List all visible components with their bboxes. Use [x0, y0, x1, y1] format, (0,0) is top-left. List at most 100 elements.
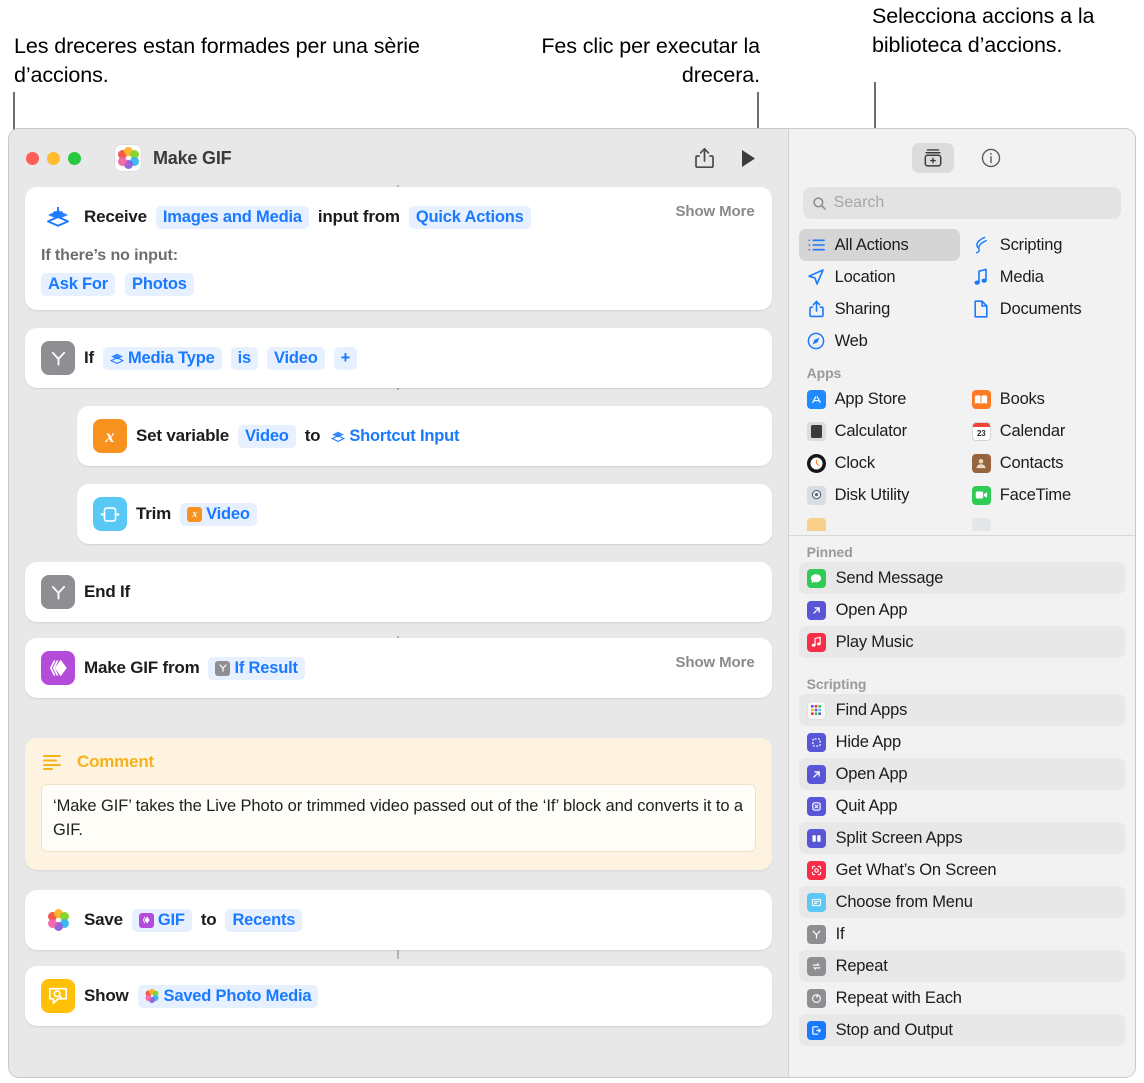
list-item-open-app[interactable]: Open App: [799, 594, 1125, 626]
minimize-button[interactable]: [47, 151, 60, 165]
list-item-choose-from-menu[interactable]: Choose from Menu: [798, 886, 1125, 918]
app-item-books[interactable]: Books: [964, 383, 1125, 415]
token-video[interactable]: Video: [238, 424, 296, 448]
search-icon: [812, 196, 827, 211]
category-location[interactable]: Location: [799, 261, 960, 293]
list-label: Open App: [835, 600, 908, 619]
search-box[interactable]: [802, 187, 1121, 219]
list-item-repeat-with-each[interactable]: Repeat with Each: [799, 982, 1125, 1014]
app-item-clock[interactable]: Clock: [799, 447, 960, 479]
action-card-trim[interactable]: Trim x Video: [77, 484, 772, 544]
comment-text[interactable]: ‘Make GIF’ takes the Live Photo or trimm…: [41, 784, 756, 852]
action-card-receive[interactable]: Receive Images and Media input from Quic…: [25, 187, 772, 310]
list-item-open-app-scripting[interactable]: Open App: [798, 758, 1125, 790]
action-card-save[interactable]: Save GIF to Recents: [25, 890, 772, 950]
token-label: Media Type: [127, 348, 215, 367]
open-app-icon: [806, 764, 826, 784]
list-label: Stop and Output: [835, 1020, 953, 1039]
token-recents[interactable]: Recents: [225, 908, 303, 932]
list-item-repeat[interactable]: Repeat: [798, 950, 1125, 982]
variable-icon: x: [93, 419, 127, 453]
app-label: Calculator: [834, 421, 907, 440]
token-quick-actions[interactable]: Quick Actions: [408, 205, 531, 229]
token-ask-for[interactable]: Ask For: [41, 273, 116, 296]
search-input[interactable]: [833, 194, 1112, 212]
app-item-disk-utility[interactable]: Disk Utility: [799, 479, 960, 511]
action-label: Trim: [136, 504, 172, 523]
token-label: Video: [206, 504, 250, 523]
hide-app-icon: [806, 732, 826, 752]
token-images-and-media[interactable]: Images and Media: [155, 205, 309, 229]
callout-text-right: Selecciona accions a la biblioteca d’acc…: [872, 4, 1095, 57]
token-gif[interactable]: GIF: [131, 908, 192, 932]
app-item-partial[interactable]: [799, 511, 960, 531]
token-media-type[interactable]: Media Type: [102, 346, 222, 370]
add-condition-button[interactable]: +: [333, 346, 358, 370]
zoom-button[interactable]: [68, 151, 81, 165]
info-icon[interactable]: [970, 143, 1012, 173]
traffic-lights[interactable]: [26, 151, 81, 165]
action-mid-text: input from: [317, 207, 400, 226]
token-photos[interactable]: Photos: [125, 273, 194, 296]
if-badge-icon: [215, 660, 231, 676]
token-video-variable[interactable]: x Video: [180, 502, 257, 526]
token-label: If Result: [234, 658, 298, 677]
list-item-if[interactable]: If: [799, 918, 1125, 950]
list-item-send-message[interactable]: Send Message: [798, 562, 1125, 594]
category-scripting[interactable]: Scripting: [964, 229, 1125, 261]
category-label: All Actions: [834, 235, 909, 254]
make-gif-badge-icon: [138, 912, 154, 928]
photos-app-icon: [115, 145, 141, 171]
action-card-if[interactable]: If Media Type is Video +: [25, 328, 772, 388]
play-icon[interactable]: [740, 149, 756, 168]
action-card-show[interactable]: Show Saved Photo Media: [25, 966, 772, 1026]
action-card-comment[interactable]: Comment ‘Make GIF’ takes the Live Photo …: [25, 738, 772, 870]
token-label: Saved Photo Media: [163, 986, 312, 1005]
action-card-set-variable[interactable]: x Set variable Video to Shortcut Input: [77, 406, 772, 466]
list-item-quit-app[interactable]: Quit App: [799, 790, 1125, 822]
category-media[interactable]: Media: [964, 261, 1125, 293]
token-if-result[interactable]: If Result: [208, 656, 305, 680]
list-item-stop-and-output[interactable]: Stop and Output: [798, 1014, 1125, 1046]
app-item-partial[interactable]: [964, 511, 1125, 531]
make-gif-icon: [41, 651, 75, 685]
category-sharing[interactable]: Sharing: [799, 293, 960, 325]
shortcut-editor-pane: Make GIF Receive Images and Media input …: [9, 129, 788, 1077]
show-more-button[interactable]: Show More: [676, 654, 755, 671]
share-icon[interactable]: [694, 147, 714, 169]
close-button[interactable]: [26, 151, 39, 165]
list-label: Split Screen Apps: [835, 828, 963, 847]
list-label: Repeat with Each: [835, 988, 962, 1007]
location-arrow-icon: [807, 268, 826, 286]
action-label: Show: [84, 986, 129, 1005]
scripting-icon: [972, 236, 991, 254]
app-item-app-store[interactable]: App Store: [799, 383, 960, 415]
books-icon: [971, 389, 991, 409]
token-value-video[interactable]: Video: [267, 346, 325, 370]
app-item-calculator[interactable]: Calculator: [799, 415, 960, 447]
screen-scan-icon: [806, 860, 826, 880]
action-card-make-gif[interactable]: Make GIF from If Result Show More: [25, 638, 772, 698]
app-item-calendar[interactable]: 23 Calendar: [964, 415, 1125, 447]
token-shortcut-input[interactable]: Shortcut Input: [329, 425, 461, 448]
category-label: Web: [834, 331, 868, 350]
list-item-hide-app[interactable]: Hide App: [799, 726, 1125, 758]
list-item-split-screen-apps[interactable]: Split Screen Apps: [798, 822, 1125, 854]
category-all-actions[interactable]: All Actions: [798, 229, 960, 261]
library-toolbar: [789, 129, 1135, 187]
category-web[interactable]: Web: [799, 325, 960, 357]
app-item-contacts[interactable]: Contacts: [964, 447, 1125, 479]
show-more-button[interactable]: Show More: [676, 203, 755, 220]
app-label: FaceTime: [999, 485, 1071, 504]
app-item-facetime[interactable]: FaceTime: [964, 479, 1125, 511]
category-label: Scripting: [999, 235, 1063, 254]
token-operator-is[interactable]: is: [230, 346, 258, 370]
list-item-play-music[interactable]: Play Music: [798, 626, 1125, 658]
action-library-icon[interactable]: [911, 143, 954, 173]
list-item-get-whats-on-screen[interactable]: Get What’s On Screen: [799, 854, 1125, 886]
list-item-find-apps[interactable]: Find Apps: [798, 694, 1125, 726]
keyboard-icon: [971, 517, 991, 531]
category-documents[interactable]: Documents: [964, 293, 1125, 325]
action-card-end-if[interactable]: End If: [25, 562, 772, 622]
token-saved-photo-media[interactable]: Saved Photo Media: [137, 984, 319, 1008]
